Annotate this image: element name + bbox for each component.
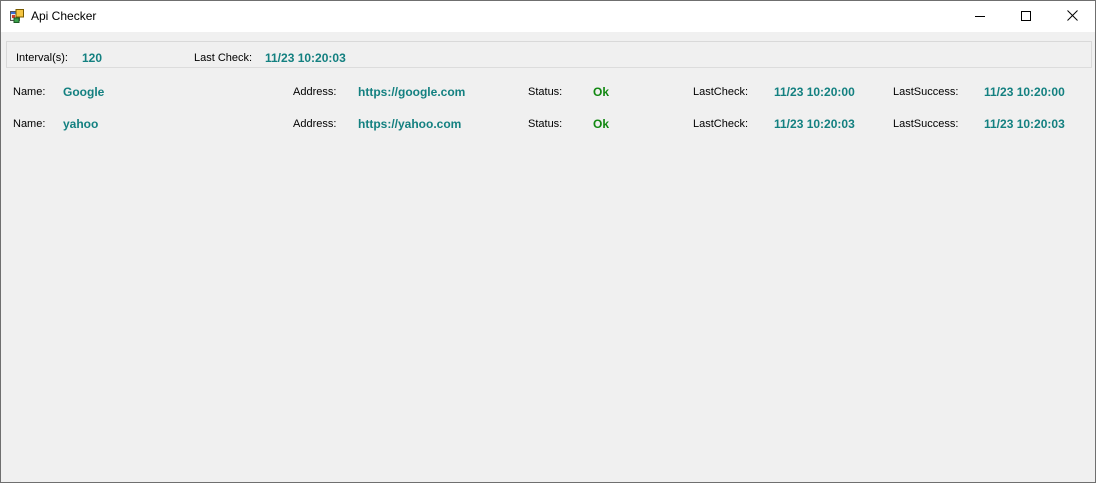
close-button[interactable] <box>1049 1 1095 32</box>
minimize-button[interactable] <box>957 1 1003 32</box>
maximize-button[interactable] <box>1003 1 1049 32</box>
address-label: Address: <box>293 86 337 98</box>
api-last-success-value: 11/23 10:20:00 <box>984 85 1065 99</box>
last-check-label: Last Check: <box>194 52 253 64</box>
api-status-value: Ok <box>593 85 610 99</box>
last-success-label: LastSuccess: <box>893 118 959 130</box>
api-last-check-value: 11/23 10:20:03 <box>774 117 855 131</box>
main-window: Api Checker Interval(s): 120 Last Check:… <box>0 0 1096 483</box>
api-name-value: yahoo <box>63 117 99 131</box>
name-label: Name: <box>13 86 46 98</box>
api-address-value: https://google.com <box>358 85 466 99</box>
status-label: Status: <box>528 118 563 130</box>
interval-value: 120 <box>82 51 103 65</box>
api-name-value: Google <box>63 85 105 99</box>
window-title: Api Checker <box>31 9 97 23</box>
interval-label: Interval(s): <box>16 52 68 64</box>
last-success-label: LastSuccess: <box>893 86 959 98</box>
api-address-value: https://yahoo.com <box>358 117 462 131</box>
last-check-label: LastCheck: <box>693 86 749 98</box>
maximize-icon <box>1021 8 1031 26</box>
app-window-icon <box>10 9 24 23</box>
api-status-value: Ok <box>593 117 610 131</box>
minimize-icon <box>975 8 985 26</box>
name-label: Name: <box>13 118 46 130</box>
interval-panel <box>6 41 1092 68</box>
address-label: Address: <box>293 118 337 130</box>
api-last-success-value: 11/23 10:20:03 <box>984 117 1065 131</box>
close-icon <box>1066 8 1078 26</box>
last-check-value: 11/23 10:20:03 <box>265 51 346 65</box>
last-check-label: LastCheck: <box>693 118 749 130</box>
api-last-check-value: 11/23 10:20:00 <box>774 85 855 99</box>
status-label: Status: <box>528 86 563 98</box>
title-bar[interactable]: Api Checker <box>1 1 1095 32</box>
